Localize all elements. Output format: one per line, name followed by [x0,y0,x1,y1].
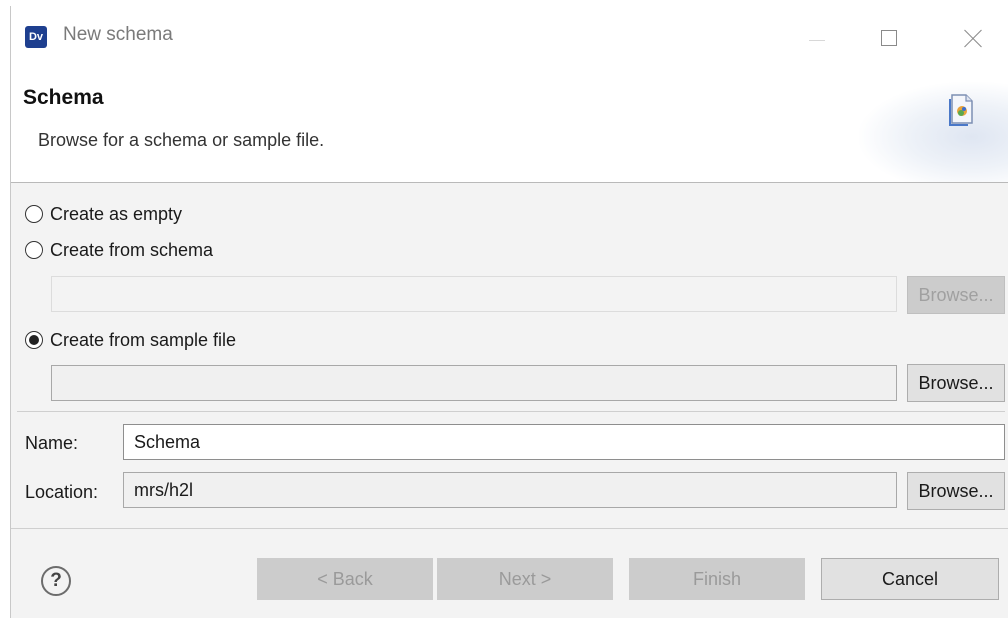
page-title: Schema [23,86,104,109]
radio-label-empty: Create as empty [50,203,183,224]
finish-button[interactable]: Finish [629,558,805,600]
minimize-button[interactable] [793,16,839,62]
footer-separator [11,528,1008,529]
radio-label-sample: Create from sample file [50,329,237,350]
next-button[interactable]: Next > [437,558,613,600]
radio-create-empty[interactable]: Create as empty [25,200,182,228]
sample-browse-button[interactable]: Browse... [907,364,1005,402]
radio-button-empty[interactable] [25,205,43,223]
wizard-header: Schema Browse for a schema or sample fil… [11,70,1008,183]
header-decoration [859,82,1008,182]
help-icon[interactable]: ? [41,566,71,596]
app-icon: Dv [25,26,47,48]
new-schema-dialog: Dv New schema Schema Browse for a schema… [10,6,1008,618]
radio-button-schema[interactable] [25,241,43,259]
radio-button-sample[interactable] [25,331,43,349]
schema-browse-button[interactable]: Browse... [907,276,1005,314]
page-description: Browse for a schema or sample file. [38,130,325,150]
maximize-button[interactable] [873,16,919,62]
sample-path-input[interactable] [51,365,897,401]
radio-create-from-schema[interactable]: Create from schema [25,236,213,264]
schema-path-input[interactable] [51,276,897,312]
window-title: New schema [63,24,173,45]
close-button[interactable] [949,16,995,62]
radio-create-from-sample[interactable]: Create from sample file [25,326,236,354]
name-label: Name: [25,433,79,453]
title-bar: Dv New schema [11,6,1008,70]
location-browse-button[interactable]: Browse... [907,472,1005,510]
location-input[interactable]: mrs/h2l [123,472,897,508]
cancel-button[interactable]: Cancel [821,558,999,600]
separator [17,411,1005,412]
back-button[interactable]: < Back [257,558,433,600]
location-label: Location: [25,482,99,502]
name-input[interactable]: Schema [123,424,1005,460]
schema-wizard-icon [949,94,973,126]
radio-label-schema: Create from schema [50,239,214,260]
